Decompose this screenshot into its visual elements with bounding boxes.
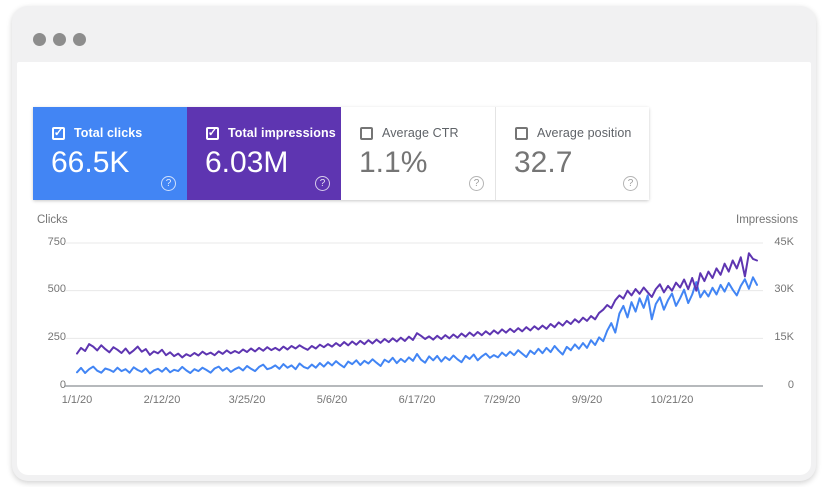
window-dot-icon[interactable] [33,33,46,46]
window-dot-icon[interactable] [53,33,66,46]
page-content: ✓ Total clicks 66.5K ? ✓ Total impressio… [17,62,811,475]
performance-chart: Clicks Impressions 750 500 250 0 45K 30K… [17,62,811,475]
window-controls [33,33,86,46]
window-dot-icon[interactable] [73,33,86,46]
window-titlebar [12,6,816,62]
browser-window: ✓ Total clicks 66.5K ? ✓ Total impressio… [12,6,816,481]
chart-plot-svg[interactable] [17,62,811,475]
